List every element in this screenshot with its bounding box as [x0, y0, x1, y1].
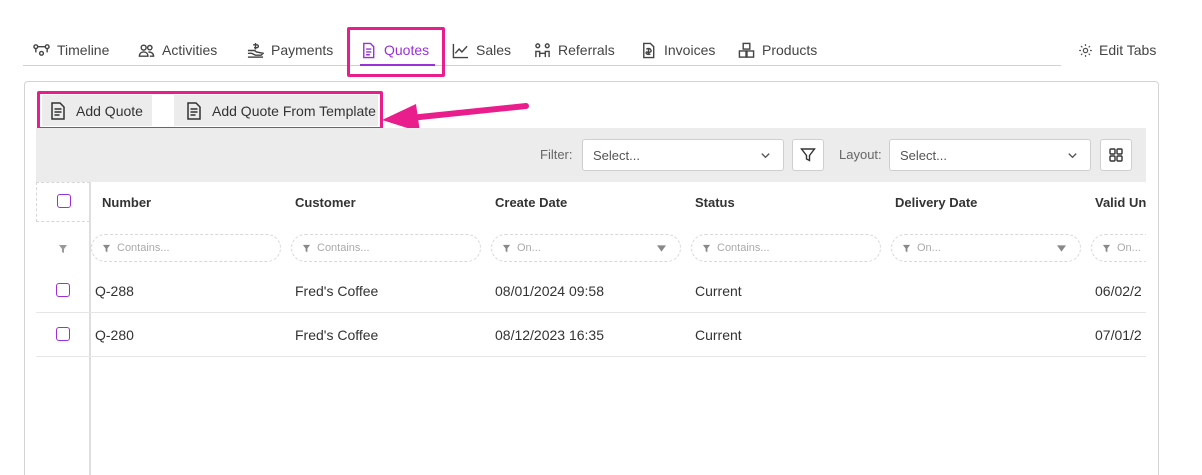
line-chart-icon	[452, 43, 469, 58]
column-header-status[interactable]: Status	[695, 195, 735, 210]
grid-layout-icon	[1109, 148, 1123, 162]
filter-valid-until[interactable]: On...	[1091, 234, 1146, 262]
filter-delivery-date[interactable]: On...	[891, 234, 1081, 262]
chevron-down-icon	[761, 153, 770, 159]
active-tab-underline	[360, 64, 435, 66]
cell-status: Current	[695, 327, 742, 343]
document-icon	[187, 101, 201, 120]
add-quote-button[interactable]: Add Quote	[42, 95, 152, 126]
tab-referrals-label: Referrals	[558, 42, 615, 58]
cell-customer: Fred's Coffee	[295, 327, 379, 343]
users-icon	[138, 44, 155, 57]
table-row[interactable]: Q-288 Fred's Coffee 08/01/2024 09:58 Cur…	[36, 269, 1146, 313]
tab-activities-label: Activities	[162, 42, 218, 58]
cell-customer: Fred's Coffee	[295, 283, 379, 299]
filter-label: Filter:	[540, 147, 573, 162]
filter-create-date[interactable]: On...	[491, 234, 681, 262]
filter-customer-placeholder: Contains...	[317, 242, 370, 254]
tab-activities[interactable]: Activities	[138, 36, 217, 64]
funnel-icon	[800, 148, 816, 162]
funnel-icon	[902, 244, 911, 252]
tab-products[interactable]: Products	[738, 36, 817, 64]
funnel-icon	[1102, 244, 1111, 252]
cell-valid-until: 06/02/2	[1095, 283, 1142, 299]
tab-timeline-label: Timeline	[57, 42, 110, 58]
layout-grid-button[interactable]	[1100, 139, 1132, 171]
cell-number[interactable]: Q-288	[95, 269, 134, 313]
chevron-down-icon	[1068, 153, 1077, 159]
tab-quotes[interactable]: Quotes	[360, 36, 435, 66]
filter-number[interactable]: Contains...	[91, 234, 281, 262]
column-header-valid-until[interactable]: Valid Un	[1095, 195, 1146, 210]
column-header-create-date[interactable]: Create Date	[495, 195, 567, 210]
payment-hand-icon	[247, 42, 264, 58]
filter-customer[interactable]: Contains...	[291, 234, 481, 262]
row-checkbox[interactable]	[56, 283, 70, 297]
boxes-icon	[738, 42, 755, 58]
layout-label: Layout:	[839, 147, 882, 162]
filter-select[interactable]: Select...	[582, 139, 784, 171]
tab-referrals[interactable]: Referrals	[534, 36, 615, 64]
filter-button[interactable]	[792, 139, 824, 171]
cell-valid-until: 07/01/2	[1095, 327, 1142, 343]
filter-delivery-date-placeholder: On...	[917, 242, 941, 254]
add-quote-from-template-button[interactable]: Add Quote From Template	[174, 95, 378, 126]
tab-timeline[interactable]: Timeline	[33, 36, 109, 64]
caret-down-icon	[657, 245, 666, 252]
filter-number-placeholder: Contains...	[117, 242, 170, 254]
add-quote-label: Add Quote	[76, 102, 143, 119]
document-icon	[363, 42, 375, 58]
tab-payments[interactable]: Payments	[247, 36, 333, 64]
select-all-cell	[36, 182, 90, 222]
funnel-icon	[702, 244, 711, 252]
column-header-delivery-date[interactable]: Delivery Date	[895, 195, 977, 210]
table-row[interactable]: Q-280 Fred's Coffee 08/12/2023 16:35 Cur…	[36, 313, 1146, 357]
caret-down-icon	[1057, 245, 1066, 252]
referral-icon	[535, 42, 550, 57]
tab-products-label: Products	[762, 42, 818, 58]
tab-invoices-label: Invoices	[664, 42, 716, 58]
funnel-icon	[302, 244, 311, 252]
gear-icon	[1079, 43, 1092, 57]
timeline-icon	[33, 43, 50, 56]
column-header-customer[interactable]: Customer	[295, 195, 356, 210]
edit-tabs-button[interactable]: Edit Tabs	[1078, 42, 1156, 58]
cell-number[interactable]: Q-280	[95, 313, 134, 357]
tab-quotes-label: Quotes	[384, 42, 430, 58]
tab-sales-label: Sales	[476, 42, 512, 58]
filter-select-value: Select...	[593, 147, 640, 163]
funnel-icon	[502, 244, 511, 252]
filter-row-funnel-icon	[59, 245, 67, 253]
funnel-icon	[102, 244, 111, 252]
cell-status: Current	[695, 283, 742, 299]
cell-create-date: 08/01/2024 09:58	[495, 283, 604, 299]
row-checkbox[interactable]	[56, 327, 70, 341]
invoice-icon	[643, 42, 655, 58]
filter-status[interactable]: Contains...	[691, 234, 881, 262]
filter-create-date-placeholder: On...	[517, 242, 541, 254]
select-all-checkbox[interactable]	[57, 194, 71, 208]
layout-select[interactable]: Select...	[889, 139, 1091, 171]
layout-select-value: Select...	[900, 147, 947, 163]
add-quote-from-template-label: Add Quote From Template	[212, 102, 376, 119]
cell-create-date: 08/12/2023 16:35	[495, 327, 604, 343]
filter-valid-until-placeholder: On...	[1117, 242, 1141, 254]
tab-invoices[interactable]: Invoices	[640, 36, 715, 64]
column-header-number[interactable]: Number	[102, 195, 151, 210]
filter-status-placeholder: Contains...	[717, 242, 770, 254]
edit-tabs-label: Edit Tabs	[1099, 42, 1157, 58]
quotes-grid: Number Customer Create Date Status Deliv…	[36, 182, 1146, 475]
tab-sales[interactable]: Sales	[452, 36, 511, 64]
document-icon	[51, 101, 65, 120]
tab-payments-label: Payments	[271, 42, 334, 58]
tab-bar: Timeline Activities Payments Quotes Sale…	[23, 36, 1061, 66]
